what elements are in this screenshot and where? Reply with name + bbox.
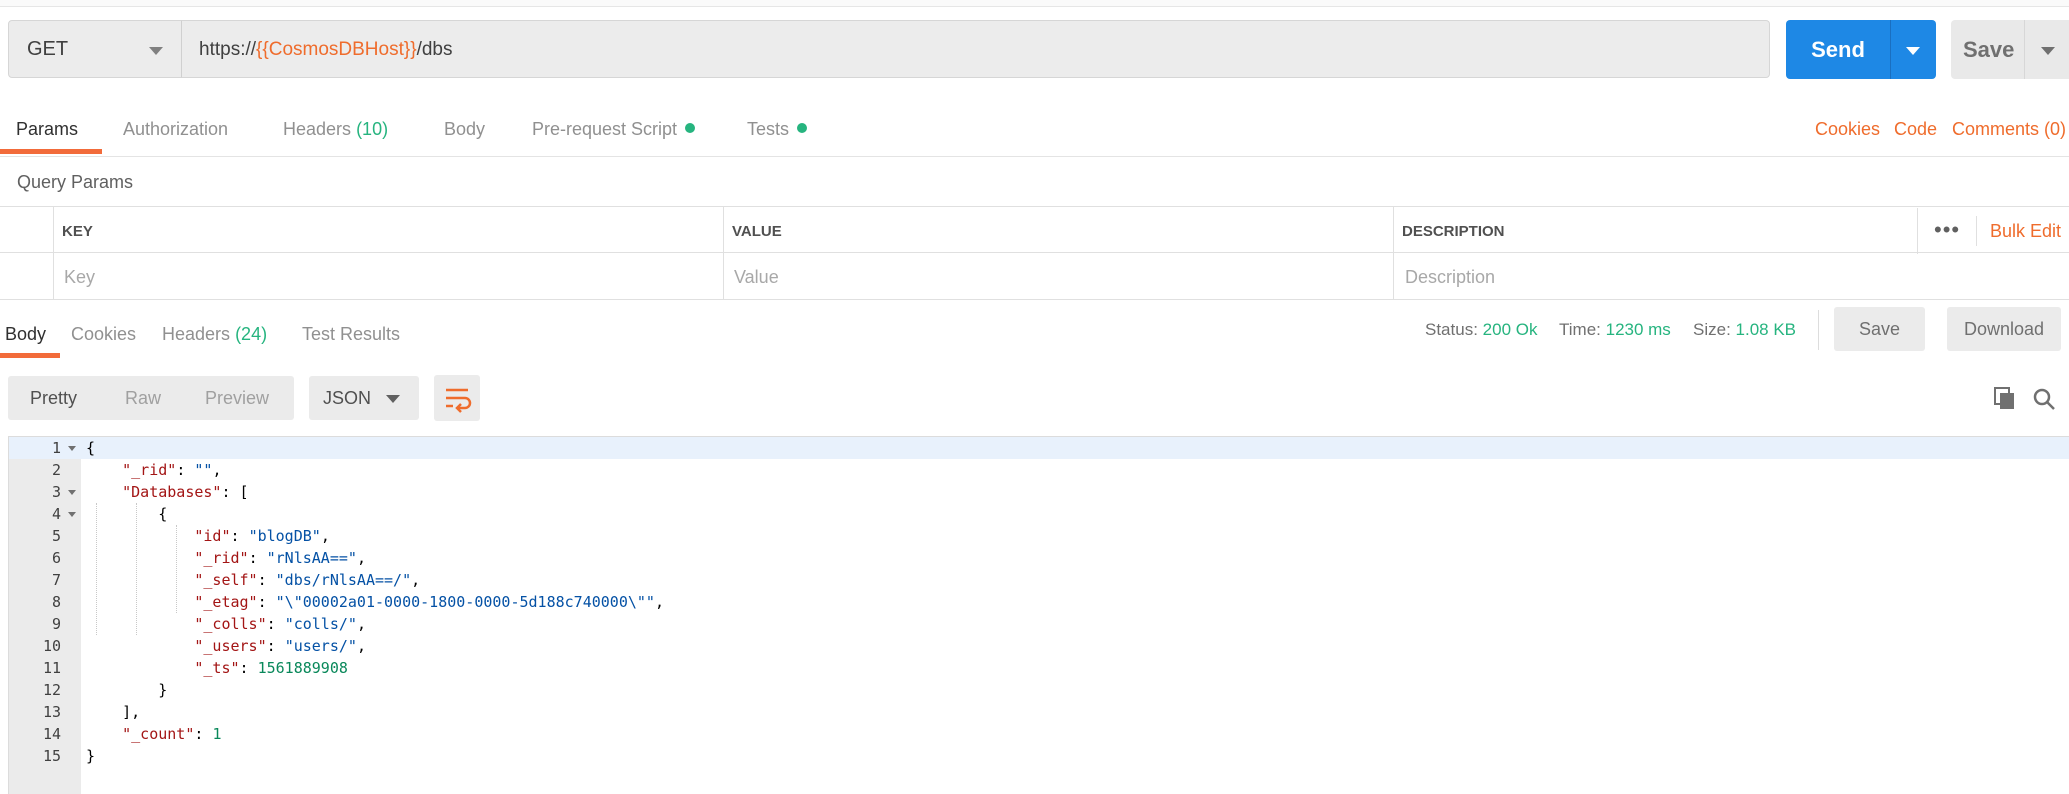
fold-toggle-icon[interactable] [68, 490, 76, 495]
divider [1890, 20, 1891, 79]
active-tab-indicator [0, 353, 60, 358]
chevron-down-icon [149, 47, 163, 55]
code-line: 9 "_colls": "colls/", [51, 615, 366, 633]
tab-response-cookies[interactable]: Cookies [71, 324, 136, 345]
url-variable: {{CosmosDBHost}} [256, 39, 417, 60]
size-readout: Size: 1.08 KB [1693, 320, 1797, 339]
more-options-icon[interactable]: ••• [1934, 217, 1960, 243]
code-line: 8 "_etag": "\"00002a01-0000-1800-0000-5d… [51, 593, 664, 611]
tab-body[interactable]: Body [444, 119, 485, 140]
cookies-link[interactable]: Cookies [1815, 119, 1880, 140]
tab-authorization[interactable]: Authorization [123, 119, 228, 140]
headers-count: (10) [356, 119, 389, 139]
divider [2024, 20, 2025, 79]
key-input[interactable]: Key [64, 267, 95, 288]
wrap-lines-button[interactable] [434, 375, 480, 421]
raw-button[interactable]: Raw [125, 388, 161, 409]
send-label: Send [1811, 37, 1865, 62]
format-select[interactable]: JSON [309, 376, 419, 420]
view-mode-toggle: Pretty Raw Preview [8, 376, 294, 420]
bulk-edit-link[interactable]: Bulk Edit [1990, 221, 2061, 242]
description-header: DESCRIPTION [1402, 223, 1505, 240]
code-line: 1 { [9, 437, 2069, 459]
code-line: 13 ], [42, 703, 141, 721]
fold-toggle-icon[interactable] [68, 512, 76, 517]
value-input[interactable]: Value [734, 267, 779, 288]
code-line: 12 } [42, 681, 168, 699]
request-tabs: Params Authorization Headers (10) Body P… [0, 96, 2069, 157]
code-line: 6 "_rid": "rNlsAA==", [51, 549, 366, 567]
divider [53, 206, 54, 299]
tab-params[interactable]: Params [16, 119, 78, 140]
preview-button[interactable]: Preview [205, 388, 269, 409]
search-icon[interactable] [2032, 387, 2055, 410]
code-line: 15 } [42, 747, 96, 765]
copy-icon[interactable] [1994, 387, 2014, 409]
chevron-down-icon [386, 395, 400, 403]
code-line: 11 "_ts": 1561889908 [42, 659, 348, 677]
download-button[interactable]: Download [1947, 307, 2061, 351]
code-line: 10 "_users": "users/", [42, 637, 366, 655]
query-params-title: Query Params [17, 172, 134, 192]
value-header: VALUE [732, 223, 782, 240]
comments-link[interactable]: Comments (0) [1952, 119, 2066, 140]
response-tabs: Body Cookies Headers (24) Test Results S… [0, 300, 2069, 358]
wrap-lines-icon [446, 388, 472, 413]
status-value: 200 Ok [1482, 320, 1538, 339]
query-params-table: KEY VALUE DESCRIPTION ••• Bulk Edit Key … [0, 206, 2069, 300]
pretty-button[interactable]: Pretty [30, 388, 77, 409]
code-line: 7 "_self": "dbs/rNlsAA==/", [51, 571, 421, 589]
code-line: 14 "_count": 1 [42, 725, 222, 743]
tab-test-results[interactable]: Test Results [302, 324, 400, 345]
url-text: https://{{CosmosDBHost}}/dbs [199, 39, 453, 60]
divider [1917, 208, 1918, 254]
save-options-chevron-icon[interactable] [2041, 47, 2055, 55]
save-response-button[interactable]: Save [1834, 307, 1925, 351]
send-button[interactable]: Send [1786, 20, 1936, 79]
status-readout: Status: 200 Ok [1425, 320, 1538, 339]
tab-response-headers[interactable]: Headers (24) [162, 324, 267, 345]
divider [1393, 206, 1394, 299]
code-line: 4 { [51, 505, 168, 523]
tab-pre-request-script[interactable]: Pre-request Script [532, 119, 696, 140]
fold-toggle-icon[interactable] [68, 446, 76, 451]
url-input[interactable]: https://{{CosmosDBHost}}/dbs [181, 20, 1770, 78]
method-select[interactable]: GET [8, 20, 182, 78]
send-options-chevron-icon[interactable] [1906, 47, 1920, 55]
response-body-editor[interactable]: 1 { 2 "_rid": "", 3 "Databases": [ 4 { 5… [8, 436, 2069, 794]
tab-tests[interactable]: Tests [747, 119, 808, 140]
code-line: 2 "_rid": "", [51, 461, 222, 479]
code-line: 3 "Databases": [ [51, 483, 249, 501]
divider [1818, 310, 1819, 350]
save-label: Save [1963, 37, 2015, 62]
size-value: 1.08 KB [1735, 320, 1797, 339]
divider [1976, 216, 1977, 246]
time-value: 1230 ms [1605, 320, 1671, 339]
key-header: KEY [62, 223, 93, 240]
status-dot-icon [685, 123, 696, 133]
divider [723, 206, 724, 299]
response-headers-count: (24) [235, 324, 268, 344]
format-value: JSON [323, 388, 372, 408]
status-dot-icon [797, 123, 808, 133]
method-value: GET [27, 38, 69, 60]
code-link[interactable]: Code [1894, 119, 1937, 140]
tab-headers[interactable]: Headers (10) [283, 119, 388, 140]
table-row: Key Value Description [0, 252, 2069, 300]
save-request-button[interactable]: Save [1951, 20, 2069, 79]
table-header-row: KEY VALUE DESCRIPTION ••• Bulk Edit [0, 206, 2069, 253]
description-input[interactable]: Description [1405, 267, 1495, 288]
top-strip [0, 0, 2069, 7]
time-readout: Time: 1230 ms [1559, 320, 1671, 339]
code-line: 5 "id": "blogDB", [51, 527, 330, 545]
active-tab-indicator [0, 149, 102, 154]
tab-response-body[interactable]: Body [5, 324, 46, 345]
